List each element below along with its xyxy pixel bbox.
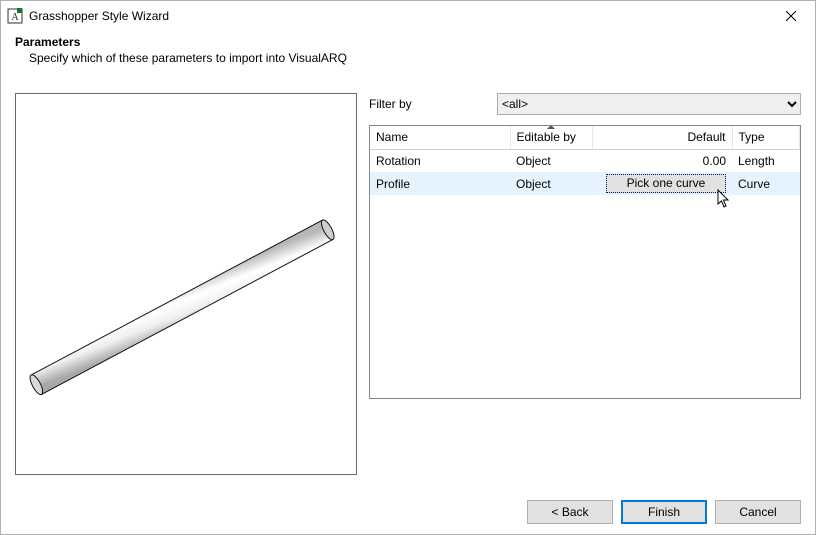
filter-row: Filter by <all> xyxy=(369,93,801,115)
column-header-editable-by[interactable]: Editable by xyxy=(510,126,592,150)
column-header-type[interactable]: Type xyxy=(732,126,800,150)
column-header-default[interactable]: Default xyxy=(592,126,732,150)
wizard-content: Filter by <all> Name E xyxy=(1,77,815,475)
page-subtitle: Specify which of these parameters to imp… xyxy=(15,49,801,65)
cell-type: Length xyxy=(732,150,800,173)
preview-pane xyxy=(15,93,357,475)
app-icon: A xyxy=(7,8,23,24)
back-button[interactable]: < Back xyxy=(527,500,613,524)
pick-one-curve-button[interactable]: Pick one curve xyxy=(606,174,726,193)
svg-text:A: A xyxy=(11,12,19,23)
parameters-grid: Name Editable by Default Type Rotation O… xyxy=(369,125,801,399)
titlebar: A Grasshopper Style Wizard xyxy=(1,1,815,31)
close-icon xyxy=(786,11,796,21)
finish-button[interactable]: Finish xyxy=(621,500,707,524)
cancel-button[interactable]: Cancel xyxy=(715,500,801,524)
page-title: Parameters xyxy=(15,35,801,49)
wizard-footer: < Back Finish Cancel xyxy=(527,500,801,524)
filter-by-select[interactable]: <all> xyxy=(497,93,801,115)
window-close-button[interactable] xyxy=(771,1,811,31)
preview-cylinder-icon xyxy=(26,114,346,464)
cell-editable: Object xyxy=(510,150,592,173)
table-row[interactable]: Profile Object Pick one curve Curve xyxy=(370,172,800,195)
window-title: Grasshopper Style Wizard xyxy=(29,9,771,23)
wizard-window: A Grasshopper Style Wizard Parameters Sp… xyxy=(0,0,816,535)
wizard-header: Parameters Specify which of these parame… xyxy=(1,31,815,77)
cell-editable: Object xyxy=(510,172,592,195)
cell-name: Profile xyxy=(370,172,510,195)
cell-default: Pick one curve xyxy=(592,172,732,195)
filter-by-label: Filter by xyxy=(369,97,497,111)
table-row[interactable]: Rotation Object 0.00 Length xyxy=(370,150,800,173)
cell-name: Rotation xyxy=(370,150,510,173)
parameters-pane: Filter by <all> Name E xyxy=(369,93,801,475)
cell-type: Curve xyxy=(732,172,800,195)
cell-default: 0.00 xyxy=(592,150,732,173)
column-header-name[interactable]: Name xyxy=(370,126,510,150)
